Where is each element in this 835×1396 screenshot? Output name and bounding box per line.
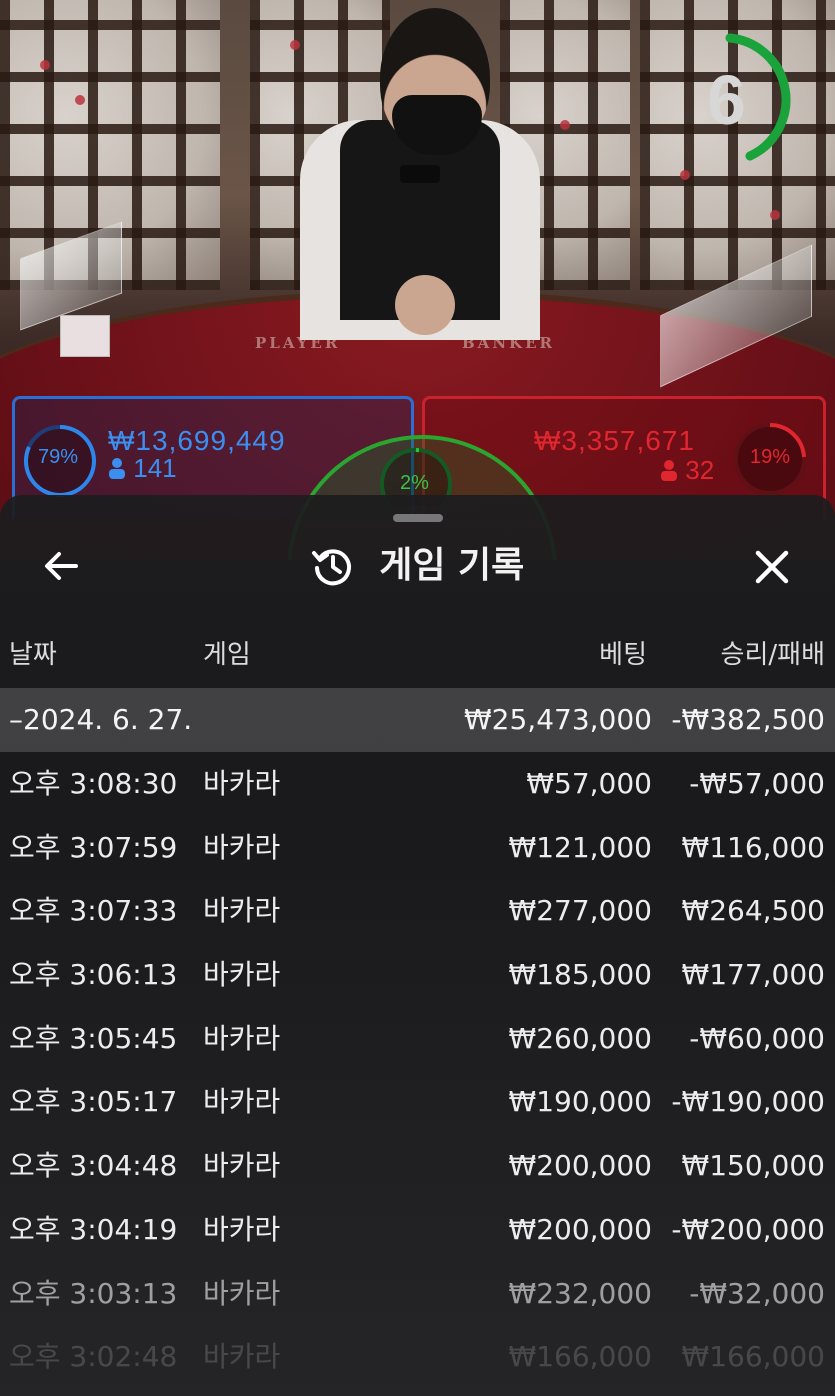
card-stack bbox=[60, 315, 110, 357]
column-header-game: 게임 bbox=[203, 640, 251, 670]
history-row[interactable]: 오후 3:05:17 바카라 ₩190,000 -₩190,000 bbox=[0, 1070, 835, 1134]
row-game: 바카라 bbox=[203, 1340, 281, 1374]
row-time: 오후 3:04:48 bbox=[9, 1149, 178, 1183]
row-time: 오후 3:03:13 bbox=[9, 1276, 178, 1310]
row-result: -₩60,000 bbox=[689, 1021, 825, 1055]
history-clock-icon bbox=[311, 549, 351, 586]
row-game: 바카라 bbox=[203, 1212, 281, 1246]
row-result: -₩190,000 bbox=[671, 1085, 825, 1119]
history-row[interactable]: 오후 3:05:45 바카라 ₩260,000 -₩60,000 bbox=[0, 1007, 835, 1071]
blossom-decoration bbox=[770, 210, 780, 220]
person-icon bbox=[661, 460, 677, 481]
row-game: 바카라 bbox=[203, 1021, 281, 1055]
row-game: 바카라 bbox=[203, 894, 281, 928]
row-result: -₩200,000 bbox=[671, 1212, 825, 1246]
banker-total-amount: ₩3,357,671 bbox=[534, 425, 695, 456]
row-bet: ₩277,000 bbox=[508, 894, 652, 928]
row-result: ₩264,500 bbox=[681, 894, 825, 928]
row-bet: ₩57,000 bbox=[526, 767, 652, 800]
app-screen: PLAYER BANKER 6 79% ₩13,699,449 141 19% … bbox=[0, 0, 835, 1396]
tie-percent: 2% bbox=[400, 472, 429, 494]
row-game: 바카라 bbox=[203, 830, 281, 864]
row-result: ₩177,000 bbox=[681, 958, 825, 992]
date-group-label: –2024. 6. 27. bbox=[9, 703, 193, 736]
blossom-decoration bbox=[680, 170, 690, 180]
column-header-date: 날짜 bbox=[9, 640, 57, 670]
row-time: 오후 3:07:33 bbox=[9, 894, 178, 928]
row-time: 오후 3:04:19 bbox=[9, 1212, 178, 1246]
sheet-drag-handle[interactable] bbox=[393, 514, 443, 522]
close-button[interactable] bbox=[750, 545, 794, 589]
history-row[interactable]: 오후 3:08:30 바카라 ₩57,000 -₩57,000 bbox=[0, 752, 835, 816]
row-bet: ₩200,000 bbox=[508, 1212, 652, 1246]
close-x-icon bbox=[755, 550, 789, 584]
person-icon bbox=[109, 458, 125, 479]
row-bet: ₩200,000 bbox=[508, 1149, 652, 1183]
blossom-decoration bbox=[290, 40, 300, 50]
dealer bbox=[300, 0, 540, 340]
history-row[interactable]: 오후 3:06:13 바카라 ₩185,000 ₩177,000 bbox=[0, 943, 835, 1007]
row-time: 오후 3:05:17 bbox=[9, 1085, 178, 1119]
history-list: 오후 3:08:30 바카라 ₩57,000 -₩57,000 오후 3:07:… bbox=[0, 752, 835, 1389]
row-bet: ₩190,000 bbox=[508, 1085, 652, 1119]
player-percent: 79% bbox=[38, 446, 79, 468]
row-game: 바카라 bbox=[203, 767, 281, 800]
date-group-row[interactable]: –2024. 6. 27. ₩25,473,000 -₩382,500 bbox=[0, 688, 835, 752]
blossom-decoration bbox=[560, 120, 570, 130]
history-row[interactable]: 오후 3:02:48 바카라 ₩166,000 ₩166,000 bbox=[0, 1325, 835, 1389]
row-time: 오후 3:05:45 bbox=[9, 1021, 178, 1055]
live-table-video: PLAYER BANKER 6 79% ₩13,699,449 141 19% … bbox=[0, 0, 835, 560]
date-group-total-result: -₩382,500 bbox=[671, 703, 825, 736]
banker-bettor-count-value: 32 bbox=[685, 455, 715, 485]
row-bet: ₩185,000 bbox=[508, 958, 652, 992]
player-bettor-count-value: 141 bbox=[133, 453, 177, 483]
row-time: 오후 3:08:30 bbox=[9, 767, 178, 800]
banker-percent: 19% bbox=[750, 446, 791, 468]
row-result: ₩166,000 bbox=[681, 1340, 825, 1374]
game-history-sheet: 게임 기록 날짜 게임 베팅 승리/패배 –2024. 6. 27. ₩25,4… bbox=[0, 495, 835, 1396]
column-header-bet: 베팅 bbox=[599, 640, 647, 670]
row-time: 오후 3:07:59 bbox=[9, 830, 178, 864]
row-game: 바카라 bbox=[203, 1085, 281, 1119]
row-result: -₩32,000 bbox=[689, 1276, 825, 1310]
row-game: 바카라 bbox=[203, 1149, 281, 1183]
history-row[interactable]: 오후 3:07:59 바카라 ₩121,000 ₩116,000 bbox=[0, 816, 835, 880]
sheet-title: 게임 기록 bbox=[0, 540, 835, 591]
row-bet: ₩121,000 bbox=[508, 830, 652, 864]
row-bet: ₩166,000 bbox=[508, 1340, 652, 1374]
row-game: 바카라 bbox=[203, 1276, 281, 1310]
banker-bettor-count: 32 bbox=[660, 455, 714, 486]
blossom-decoration bbox=[75, 95, 85, 105]
player-bettor-count: 141 bbox=[108, 453, 177, 484]
date-group-total-bet: ₩25,473,000 bbox=[463, 703, 652, 736]
row-game: 바카라 bbox=[203, 958, 281, 992]
history-row[interactable]: 오후 3:07:33 바카라 ₩277,000 ₩264,500 bbox=[0, 879, 835, 943]
row-time: 오후 3:02:48 bbox=[9, 1340, 178, 1374]
row-result: -₩57,000 bbox=[689, 767, 825, 800]
row-bet: ₩232,000 bbox=[508, 1276, 652, 1310]
history-row[interactable]: 오후 3:04:48 바카라 ₩200,000 ₩150,000 bbox=[0, 1134, 835, 1198]
sheet-title-text: 게임 기록 bbox=[379, 545, 525, 586]
row-result: ₩150,000 bbox=[681, 1149, 825, 1183]
row-time: 오후 3:06:13 bbox=[9, 958, 178, 992]
history-row[interactable]: 오후 3:03:13 바카라 ₩232,000 -₩32,000 bbox=[0, 1262, 835, 1326]
countdown-timer: 6 bbox=[707, 61, 746, 139]
row-result: ₩116,000 bbox=[681, 830, 825, 864]
history-row[interactable]: 오후 3:04:19 바카라 ₩200,000 -₩200,000 bbox=[0, 1198, 835, 1262]
row-bet: ₩260,000 bbox=[508, 1021, 652, 1055]
blossom-decoration bbox=[40, 60, 50, 70]
column-header-result: 승리/패배 bbox=[720, 640, 825, 670]
